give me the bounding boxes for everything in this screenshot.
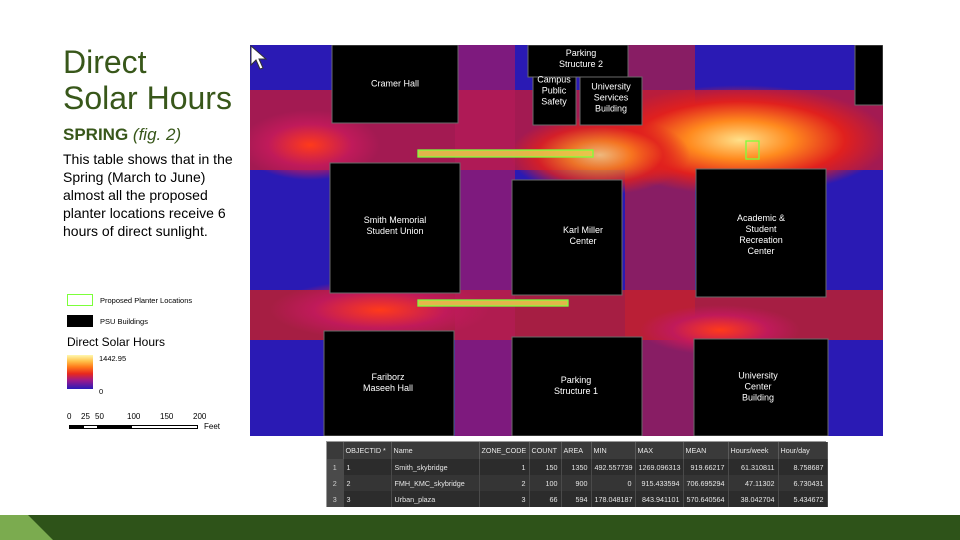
table-cell: 1 [327,459,344,475]
table-cell: 570.640564 [683,491,729,507]
label-university-services: University Services Building [591,81,631,114]
label-karl-miller-center: Karl Miller Center [562,225,604,246]
scale-label: 25 [81,412,90,421]
scale-unit: Feet [204,422,221,431]
table-header[interactable]: OBJECTID * [343,442,392,459]
table-cell: 178.048187 [591,491,636,507]
table-header[interactable]: Hours/week [728,442,779,459]
planter-swatch [67,294,93,306]
table-cell: 38.042704 [728,491,779,507]
legend-max-value: 1442.95 [99,354,127,363]
table-cell: 5.434672 [778,491,828,507]
table-header[interactable]: COUNT [529,442,562,459]
table-cell: FMH_KMC_skybridge [391,475,480,491]
table-cell: 1 [343,459,392,475]
slide-subtitle: SPRING (fig. 2) [63,125,181,145]
label-cramer-hall: Cramer Hall [370,78,420,89]
table-row[interactable]: 2 2 FMH_KMC_skybridge 2 100 900 0 915.43… [327,475,828,491]
table-row[interactable]: 3 3 Urban_plaza 3 66 594 178.048187 843.… [327,491,828,507]
table-cell: 66 [529,491,562,507]
table-cell: 843.941101 [635,491,684,507]
scale-label: 150 [160,412,174,421]
table-cell: 706.695294 [683,475,729,491]
scale-segment [131,425,198,429]
table-cell: 1350 [561,459,592,475]
buildings-swatch [67,315,93,327]
table-cell: 919.66217 [683,459,729,475]
table-cell: 61.310811 [728,459,779,475]
table-cell: 2 [327,475,344,491]
scale-segment [83,425,98,429]
table-cell: 1 [479,459,530,475]
table-header[interactable]: Name [391,442,480,459]
table-cell: 150 [529,459,562,475]
footer-accent [0,515,53,540]
table-header[interactable] [327,442,344,459]
label-parking-structure-2: Parking Structure 2 [558,48,604,69]
label-academic-student-rec-center: Academic & Student Recreation Center [736,213,786,256]
table-header[interactable]: ZONE_CODE [479,442,530,459]
table-cell: 8.758687 [778,459,828,475]
season-label: SPRING [63,125,129,144]
label-parking-structure-1: Parking Structure 1 [553,375,599,396]
attribute-table: OBJECTID * Name ZONE_CODE COUNT AREA MIN… [326,441,828,507]
table-cell: 1269.096313 [635,459,684,475]
table-header[interactable]: MEAN [683,442,729,459]
table-cell: Urban_plaza [391,491,480,507]
fmh-kmc-skybridge [418,300,568,306]
legend-min-value: 0 [99,387,104,396]
scale-segment [98,425,131,429]
table-cell: 492.557739 [591,459,636,475]
scale-bar: 0 25 50 100 150 200 Feet [67,412,237,436]
solar-map: Cramer Hall Parking Structure 2 Campus P… [250,45,883,436]
legend-planter-label: Proposed Planter Locations [100,296,193,305]
scale-label: 100 [127,412,141,421]
table-cell: 6.730431 [778,475,828,491]
table-cell: 2 [343,475,392,491]
scale-label: 0 [67,412,72,421]
table-cell: 900 [561,475,592,491]
table-cell: 0 [591,475,636,491]
description-text: This table shows that in the Spring (Mar… [63,151,233,239]
table-row[interactable]: 1 1 Smith_skybridge 1 150 1350 492.55773… [327,459,828,475]
table-cell: 915.433594 [635,475,684,491]
table-cell: 3 [343,491,392,507]
label-university-center: University Center Building [738,370,778,403]
scale-label: 50 [95,412,104,421]
table-cell: 47.11302 [728,475,779,491]
slide-title-line1: Direct [63,44,147,80]
label-fariborz-maseeh-hall: Fariborz Maseeh Hall [362,372,414,393]
label-smith-memorial-student-union: Smith Memorial Student Union [363,215,427,236]
table-cell: 594 [561,491,592,507]
building-edge [854,45,883,106]
legend-heading: Direct Solar Hours [67,335,166,349]
label-campus-public-safety: Campus Public Safety [537,74,571,107]
table-cell: 100 [529,475,562,491]
footer-bar [0,515,960,540]
table-header[interactable]: MAX [635,442,684,459]
table-header[interactable]: Hour/day [778,442,828,459]
table-header-row: OBJECTID * Name ZONE_CODE COUNT AREA MIN… [327,442,828,459]
table-cell: 2 [479,475,530,491]
smith-skybridge [418,150,593,157]
solar-gradient-ramp [67,355,93,389]
slide-title: Direct Solar Hours [63,44,232,116]
table-header[interactable]: MIN [591,442,636,459]
attribute-table-grid: OBJECTID * Name ZONE_CODE COUNT AREA MIN… [327,442,828,507]
solar-street-band [455,45,515,436]
table-header[interactable]: AREA [561,442,592,459]
scale-segment [69,425,83,429]
table-cell: Smith_skybridge [391,459,480,475]
slide-title-line2: Solar Hours [63,80,232,116]
table-cell: 3 [327,491,344,507]
scale-label: 200 [193,412,207,421]
table-cell: 3 [479,491,530,507]
footer-accent-shape [0,515,53,540]
figure-label: (fig. 2) [132,125,182,144]
legend-buildings-label: PSU Buildings [100,317,148,326]
mouse-pointer-icon [250,45,268,70]
